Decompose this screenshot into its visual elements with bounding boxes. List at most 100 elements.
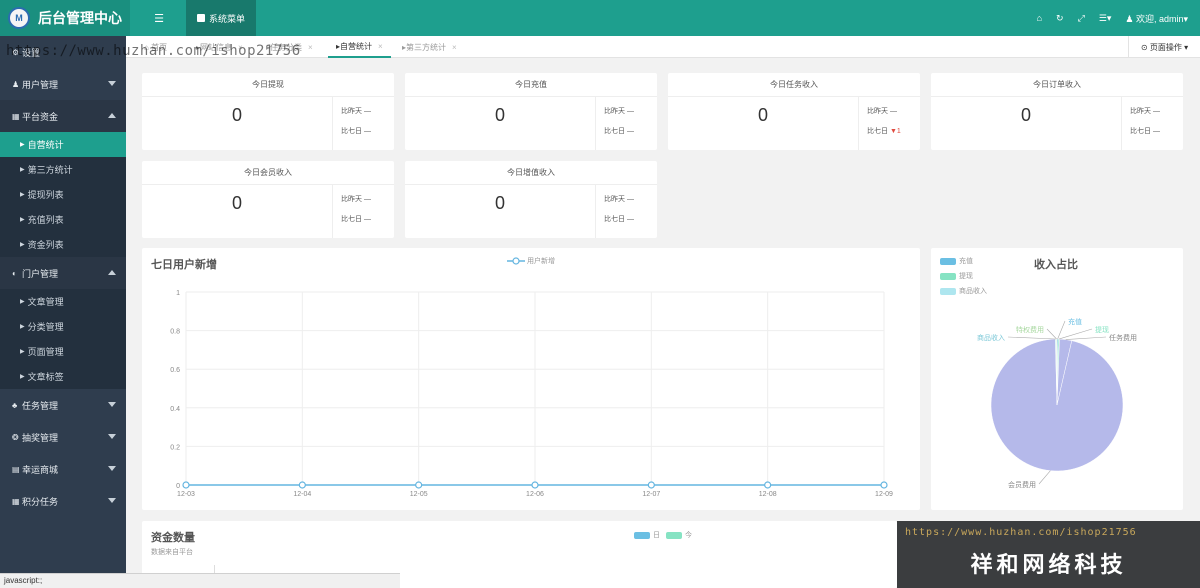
page-operations-button[interactable]: ⊙ 页面操作 ▾ [1128,36,1200,58]
chevron-right-icon: ▶ [20,374,25,380]
sidebar-item-withdraw-list[interactable]: ▶ 提现列表 [0,182,126,207]
tab-site-info[interactable]: ▸ 网站信息 × [188,36,251,58]
sidebar-group-label: 门户管理 [22,268,59,279]
week-compare-value: — [626,128,634,135]
sidebar-group-portal[interactable]: ◐ 门户管理 [0,257,126,289]
sidebar-group-lucky-mall[interactable]: ▤ 幸运商城 [0,453,126,485]
stat-card-member-income: 今日会员收入 0 比昨天 — 比七日 — [142,161,394,238]
sidebar-item-recharge-list[interactable]: ▶ 充值列表 [0,207,126,232]
legend-swatch [634,531,650,539]
data-point [531,481,539,489]
caret-down-icon [108,498,116,503]
sidebar-item-articles[interactable]: ▶ 文章管理 [0,289,126,314]
x-tick-label: 12-05 [410,491,428,498]
day-compare-label: 比昨天 [604,196,625,203]
sidebar-item-third-party-stats[interactable]: ▶ 第三方统计 [0,157,126,182]
y-tick-label: 1 [176,290,180,297]
x-tick-label: 12-03 [177,491,195,498]
x-tick-label: 12-08 [759,491,777,498]
tab-third-party-stats[interactable]: ▸ 第三方统计 × [394,36,465,58]
gear-icon: ⚙ [12,47,20,57]
brand[interactable]: M 后台管理中心 [0,0,130,36]
close-icon[interactable]: × [452,43,457,52]
sidebar-group-users[interactable]: ♟ 用户管理 [0,68,126,100]
sidebar-group-platform-funds[interactable]: ▦ 平台资金 [0,100,126,132]
day-compare-value: — [889,108,897,115]
sidebar-group-settings[interactable]: ⚙ 设置 [0,36,126,68]
stat-compare: 比昨天 — 比七日 ▼1 [858,97,920,150]
refresh-icon[interactable]: ↻ [1056,13,1064,24]
sidebar-item-categories[interactable]: ▶ 分类管理 [0,314,126,339]
tab-home[interactable]: ⌂ 首页 [136,36,175,58]
sidebar-group-label: 平台资金 [22,111,59,122]
sidebar-item-pages[interactable]: ▶ 页面管理 [0,339,126,364]
funds-legend-item[interactable]: 日 [634,530,660,540]
pie-label-line [1007,336,1056,340]
caret-down-icon [108,466,116,471]
users-icon: ♟ [12,79,20,89]
chevron-right-icon: ▶ [20,299,25,305]
week-compare-label: 比七日 [341,128,362,135]
home-icon[interactable]: ⌂ [1037,13,1042,23]
chevron-right-icon: ▶ [20,192,25,198]
legend-swatch [666,531,682,539]
stat-title: 今日任务收入 [668,73,920,97]
chevron-right-icon: ▶ [20,349,25,355]
sidebar-item-label: 分类管理 [27,322,64,332]
week-compare-value: — [363,128,371,135]
sidebar-group-label: 幸运商城 [22,464,59,475]
close-icon[interactable]: × [308,43,313,52]
y-tick-label: 0.4 [170,406,180,413]
tab-task-category[interactable]: ▸ 任务分类 × [258,36,321,58]
system-menu-tab[interactable]: 系统菜单 [186,0,256,36]
menu-toggle-button[interactable]: ☰ [145,0,173,36]
sidebar-group-points-tasks[interactable]: ▦ 积分任务 [0,485,126,517]
chevron-down-icon: ▾ [1183,13,1188,24]
user-menu[interactable]: ♟ 欢迎, admin▾ [1125,12,1188,25]
tab-label: 任务分类 [270,42,303,52]
sidebar-item-label: 第三方统计 [27,165,73,175]
data-point [647,481,655,489]
week-compare-label: 比七日 [867,128,888,135]
week-compare-value: — [363,216,371,223]
day-compare-label: 比昨天 [341,108,362,115]
close-icon[interactable]: × [238,43,243,52]
sidebar-submenu-portal: ▶ 文章管理 ▶ 分类管理 ▶ 页面管理 ▶ 文章标签 [0,289,126,389]
chevron-right-icon: ▶ [20,324,25,330]
chevron-right-icon: ▶ [20,167,25,173]
pie-label-line [1038,470,1051,485]
promo-banner: https://www.huzhan.com/ishop21756 祥和网络科技 [897,521,1200,588]
stat-value: 0 [494,105,505,125]
stat-card-task-income: 今日任务收入 0 比昨天 — 比七日 ▼1 [668,73,920,150]
day-compare-value: — [363,108,371,115]
tab-bar: ⌂ 首页 ▸ 网站信息 × ▸ 任务分类 × ▸ 自营统计 × ▸ 第三方统计 × ⊙ 页面操作… [126,36,1200,58]
banner-company-name: 祥和网络科技 [970,552,1127,578]
list-icon[interactable]: ☰▾ [1099,13,1112,24]
welcome-label: 欢迎, admin [1135,13,1184,24]
sidebar-item-fund-list[interactable]: ▶ 资金列表 [0,232,126,257]
sidebar-item-label: 文章标签 [27,372,64,382]
close-icon[interactable]: × [378,42,383,51]
data-point [182,481,190,489]
sidebar-group-lottery[interactable]: ❂ 抽奖管理 [0,421,126,453]
sidebar-group-tasks[interactable]: ♣ 任务管理 [0,389,126,421]
stat-value: 0 [231,105,242,125]
chevron-right-icon: ▶ [20,142,25,148]
circle-dot-icon: ⊙ [1140,42,1148,52]
funds-legend-item[interactable]: 今 [666,530,692,540]
page-ops-label: 页面操作 [1149,42,1182,52]
stat-value: 0 [494,193,505,213]
sidebar-item-article-tags[interactable]: ▶ 文章标签 [0,364,126,389]
top-bar: M 后台管理中心 ☰ 系统菜单 ⌂ ↻ ⤢ ☰▾ ♟ 欢迎, admin▾ [0,0,1200,36]
legend-label: 日 [653,532,660,539]
tab-label: 首页 [151,42,168,52]
week-compare-label: 比七日 [604,128,625,135]
pie-slice-label: 特权费用 [1016,325,1044,334]
tab-self-stats[interactable]: ▸ 自营统计 × [328,36,391,58]
sidebar-group-label: 抽奖管理 [22,432,59,443]
x-tick-label: 12-06 [526,491,544,498]
sidebar-item-self-stats[interactable]: ▶ 自营统计 [0,132,126,157]
tab-label: 网站信息 [200,42,233,52]
day-compare-label: 比昨天 [867,108,888,115]
fullscreen-icon[interactable]: ⤢ [1078,13,1085,24]
